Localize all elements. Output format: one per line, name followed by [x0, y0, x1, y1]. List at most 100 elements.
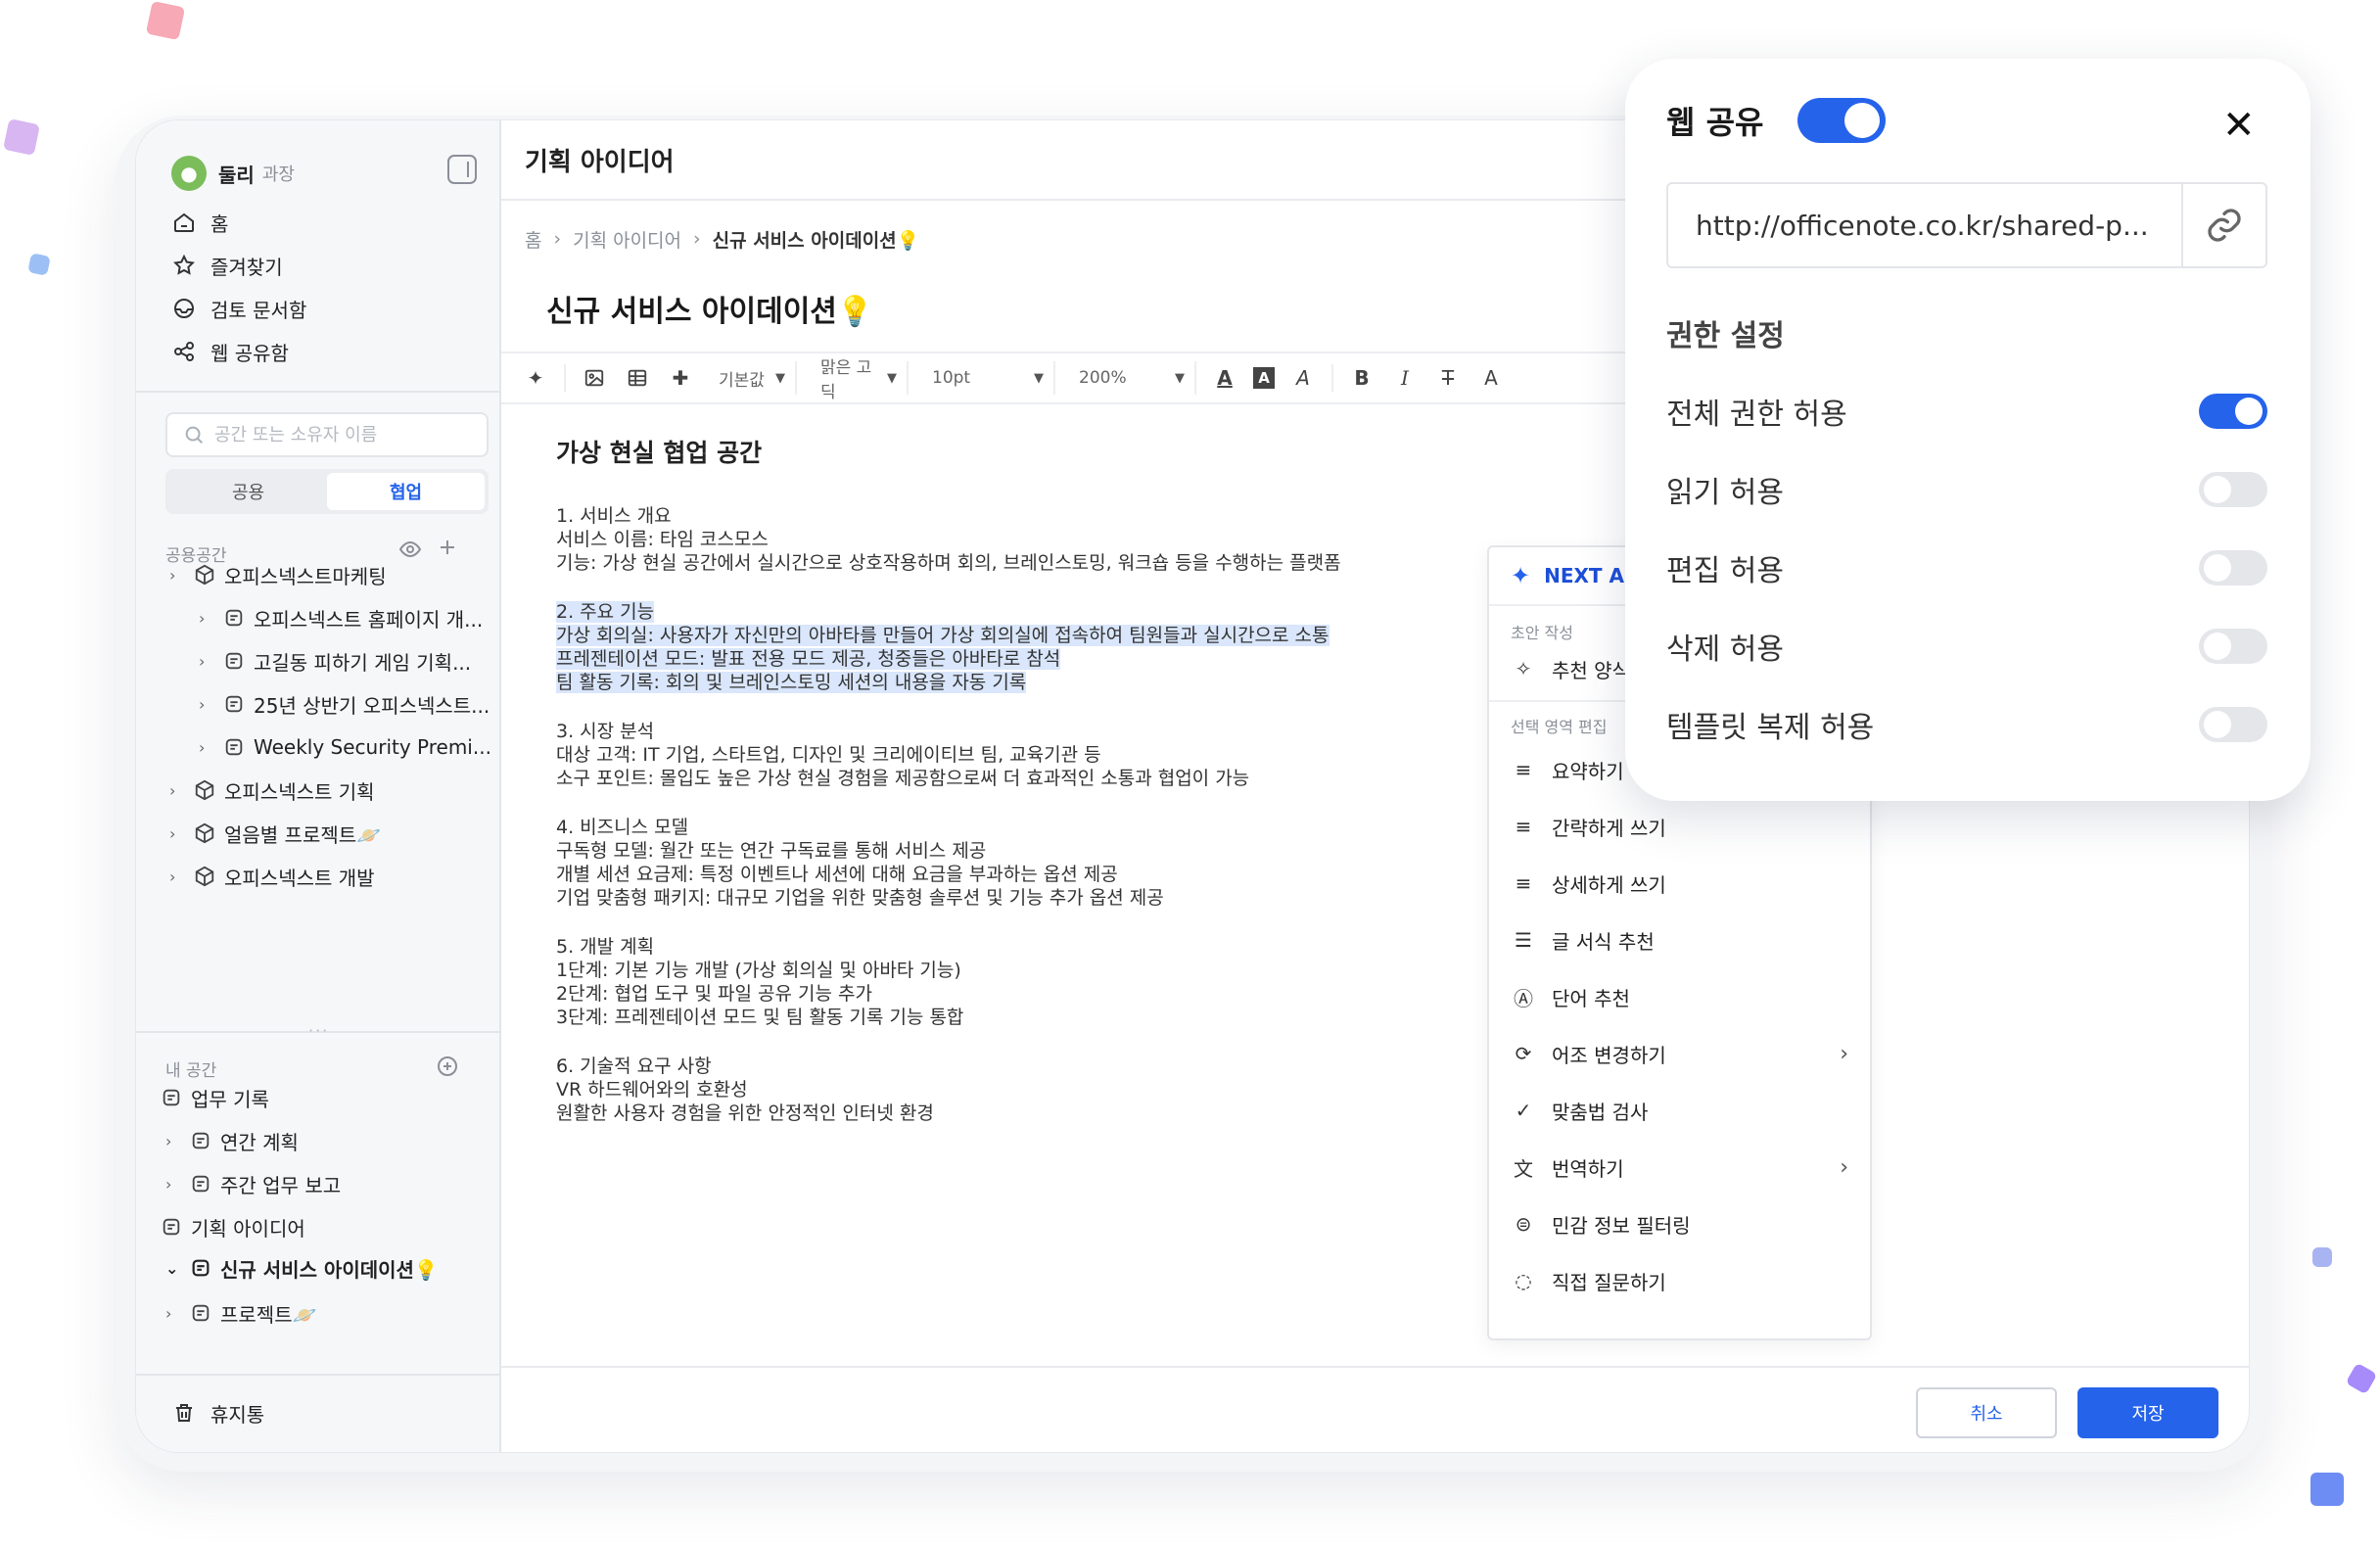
tree-item[interactable]: › 고길동 피하기 게임 기획...: [199, 641, 471, 680]
tree-item[interactable]: › 오피스넥스트 개발: [169, 857, 375, 896]
ai-item-word[interactable]: Ⓐ 단어 추천: [1489, 968, 1870, 1025]
home-icon: [171, 210, 197, 235]
breadcrumb-item[interactable]: 홈: [525, 226, 541, 253]
permission-toggle-template[interactable]: [2199, 707, 2267, 742]
content-line: 소구 포인트: 몰입도 높은 가상 현실 경험을 제공함으로써 더 효과적인 소…: [556, 768, 1250, 789]
chevron-right-icon: ›: [165, 1303, 172, 1323]
size-value: 10pt: [932, 368, 971, 388]
ai-sparkle-icon[interactable]: ✦: [521, 363, 550, 393]
tree-item[interactable]: › 프로젝트🪐: [165, 1293, 317, 1333]
content-line: 4. 비즈니스 모델: [556, 817, 689, 838]
clear-format-icon[interactable]: A: [1288, 363, 1318, 393]
chevron-right-icon: ›: [693, 228, 701, 250]
document-body[interactable]: 가상 현실 협업 공간 1. 서비스 개요 서비스 이름: 타임 코스모스 기능…: [556, 414, 1359, 1125]
document-title[interactable]: 신규 서비스 아이데이션💡: [546, 287, 873, 330]
puzzle-icon[interactable]: ✚: [666, 363, 695, 393]
content-line: 3단계: 프레젠테이션 모드 및 팀 활동 기록 기능 통합: [556, 1007, 964, 1028]
ai-item-expand[interactable]: ≡ 상세하게 쓰기: [1489, 855, 1870, 912]
nav-favorites[interactable]: 즐겨찾기: [171, 246, 283, 285]
eye-icon[interactable]: [398, 538, 422, 566]
text-color-icon[interactable]: A: [1210, 363, 1239, 393]
chevron-down-icon: ▼: [1175, 370, 1185, 386]
permission-toggle-delete[interactable]: [2199, 629, 2267, 664]
document-icon: [222, 692, 246, 716]
tree-label: 기획 아이디어: [191, 1216, 305, 1241]
resize-handle-icon[interactable]: ···: [308, 1021, 329, 1040]
permission-toggle-read[interactable]: [2199, 472, 2267, 507]
check-circle-icon: ✓: [1515, 1099, 1532, 1122]
cancel-button[interactable]: 취소: [1916, 1387, 2057, 1438]
size-select[interactable]: 10pt ▼: [922, 361, 1055, 395]
table-icon[interactable]: [623, 363, 652, 393]
tree-item-active[interactable]: ⌄ 신규 서비스 아이데이션💡: [165, 1248, 439, 1288]
zoom-select[interactable]: 200% ▼: [1069, 361, 1196, 395]
decor-square-purple: [2345, 1362, 2378, 1395]
copy-link-icon[interactable]: [2181, 184, 2265, 266]
strikethrough-icon[interactable]: T: [1433, 363, 1463, 393]
font-select[interactable]: 맑은 고딕 ▼: [811, 358, 909, 402]
space-search[interactable]: [165, 412, 489, 457]
search-input[interactable]: [214, 424, 469, 445]
sidebar-divider: [136, 1374, 501, 1376]
ai-item-label: 번역하기: [1552, 1156, 1624, 1181]
tree-item[interactable]: › 주간 업무 보고: [165, 1164, 341, 1203]
ai-item-filter[interactable]: ⊜ 민감 정보 필터링: [1489, 1195, 1870, 1252]
space-tabs: 공용 협업: [165, 469, 489, 514]
chevron-down-icon: ▼: [1034, 370, 1044, 386]
tree-item[interactable]: › 연간 계획: [165, 1121, 299, 1160]
style-select[interactable]: 기본값 ▼: [709, 361, 797, 395]
ai-item-translate[interactable]: 文 번역하기 ›: [1489, 1139, 1870, 1195]
decor-square-blue: [27, 253, 51, 276]
permission-toggle-all[interactable]: [2199, 394, 2267, 429]
image-icon[interactable]: [580, 363, 609, 393]
tree-item[interactable]: › 오피스넥스트 홈페이지 개...: [199, 598, 483, 637]
lines-icon: ≡: [1515, 871, 1532, 895]
breadcrumb-item[interactable]: 기획 아이디어: [573, 226, 681, 253]
decor-square-indigo: [2310, 1473, 2344, 1506]
tree-label: 연간 계획: [220, 1130, 299, 1154]
font-style-icon[interactable]: A: [1476, 363, 1506, 393]
tree-item[interactable]: › 얼음별 프로젝트🪐: [169, 814, 381, 853]
nav-trash[interactable]: 휴지통: [171, 1393, 264, 1432]
permission-toggle-edit[interactable]: [2199, 550, 2267, 586]
italic-icon[interactable]: I: [1390, 363, 1420, 393]
tab-collab[interactable]: 협업: [327, 473, 485, 510]
close-icon[interactable]: ✕: [2222, 106, 2256, 145]
ai-item-shorten[interactable]: ≡ 간략하게 쓰기: [1489, 798, 1870, 855]
bold-icon[interactable]: B: [1347, 363, 1377, 393]
collapse-sidebar-icon[interactable]: [447, 155, 477, 184]
breadcrumb-current: 신규 서비스 아이데이션💡: [712, 229, 920, 252]
user-profile[interactable]: ● 둘리 과장: [171, 150, 295, 197]
document-icon: [222, 735, 246, 759]
content-heading: 가상 현실 협업 공간: [556, 439, 763, 467]
permission-row: 편집 허용: [1666, 542, 2267, 593]
share-toggle[interactable]: [1797, 98, 1886, 143]
highlight-color-icon[interactable]: A: [1253, 367, 1275, 389]
ai-item-format[interactable]: ☰ 글 서식 추천: [1489, 912, 1870, 968]
tree-item[interactable]: › 오피스넥스트마케팅: [169, 555, 387, 594]
nav-home[interactable]: 홈: [171, 203, 228, 242]
document-icon: [189, 1301, 212, 1325]
add-page-icon[interactable]: [436, 1055, 459, 1083]
add-space-icon[interactable]: [436, 536, 459, 564]
share-url[interactable]: http://officenote.co.kr/shared-p...: [1668, 210, 2181, 242]
tree-item[interactable]: › 오피스넥스트 기획: [169, 771, 375, 810]
nav-web-share[interactable]: 웹 공유함: [171, 332, 289, 371]
tree-item[interactable]: › Weekly Security Premi...: [199, 727, 491, 767]
ai-item-ask[interactable]: ◌ 직접 질문하기: [1489, 1252, 1870, 1309]
content-line: 기업 맞춤형 패키지: 대규모 기업을 위한 맞춤형 솔루션 및 기능 추가 옵…: [556, 887, 1164, 909]
decor-square-periwinkle: [2312, 1247, 2332, 1267]
tree-item[interactable]: › 25년 상반기 오피스넥스트...: [199, 684, 490, 724]
ai-item-spellcheck[interactable]: ✓ 맞춤법 검사: [1489, 1082, 1870, 1139]
user-name: 둘리: [218, 163, 255, 187]
content-line: 6. 기술적 요구 사항: [556, 1055, 712, 1077]
tree-item[interactable]: 기획 아이디어: [160, 1207, 305, 1246]
tab-public[interactable]: 공용: [169, 473, 327, 510]
nav-review-inbox[interactable]: 검토 문서함: [171, 289, 306, 328]
share-url-field[interactable]: http://officenote.co.kr/shared-p...: [1666, 182, 2267, 268]
tree-item[interactable]: 업무 기록: [160, 1078, 269, 1117]
save-button[interactable]: 저장: [2077, 1387, 2218, 1438]
tree-label: 오피스넥스트 홈페이지 개...: [254, 607, 484, 632]
ai-item-tone[interactable]: ⟳ 어조 변경하기 ›: [1489, 1025, 1870, 1082]
toolbar-divider: [564, 364, 566, 392]
